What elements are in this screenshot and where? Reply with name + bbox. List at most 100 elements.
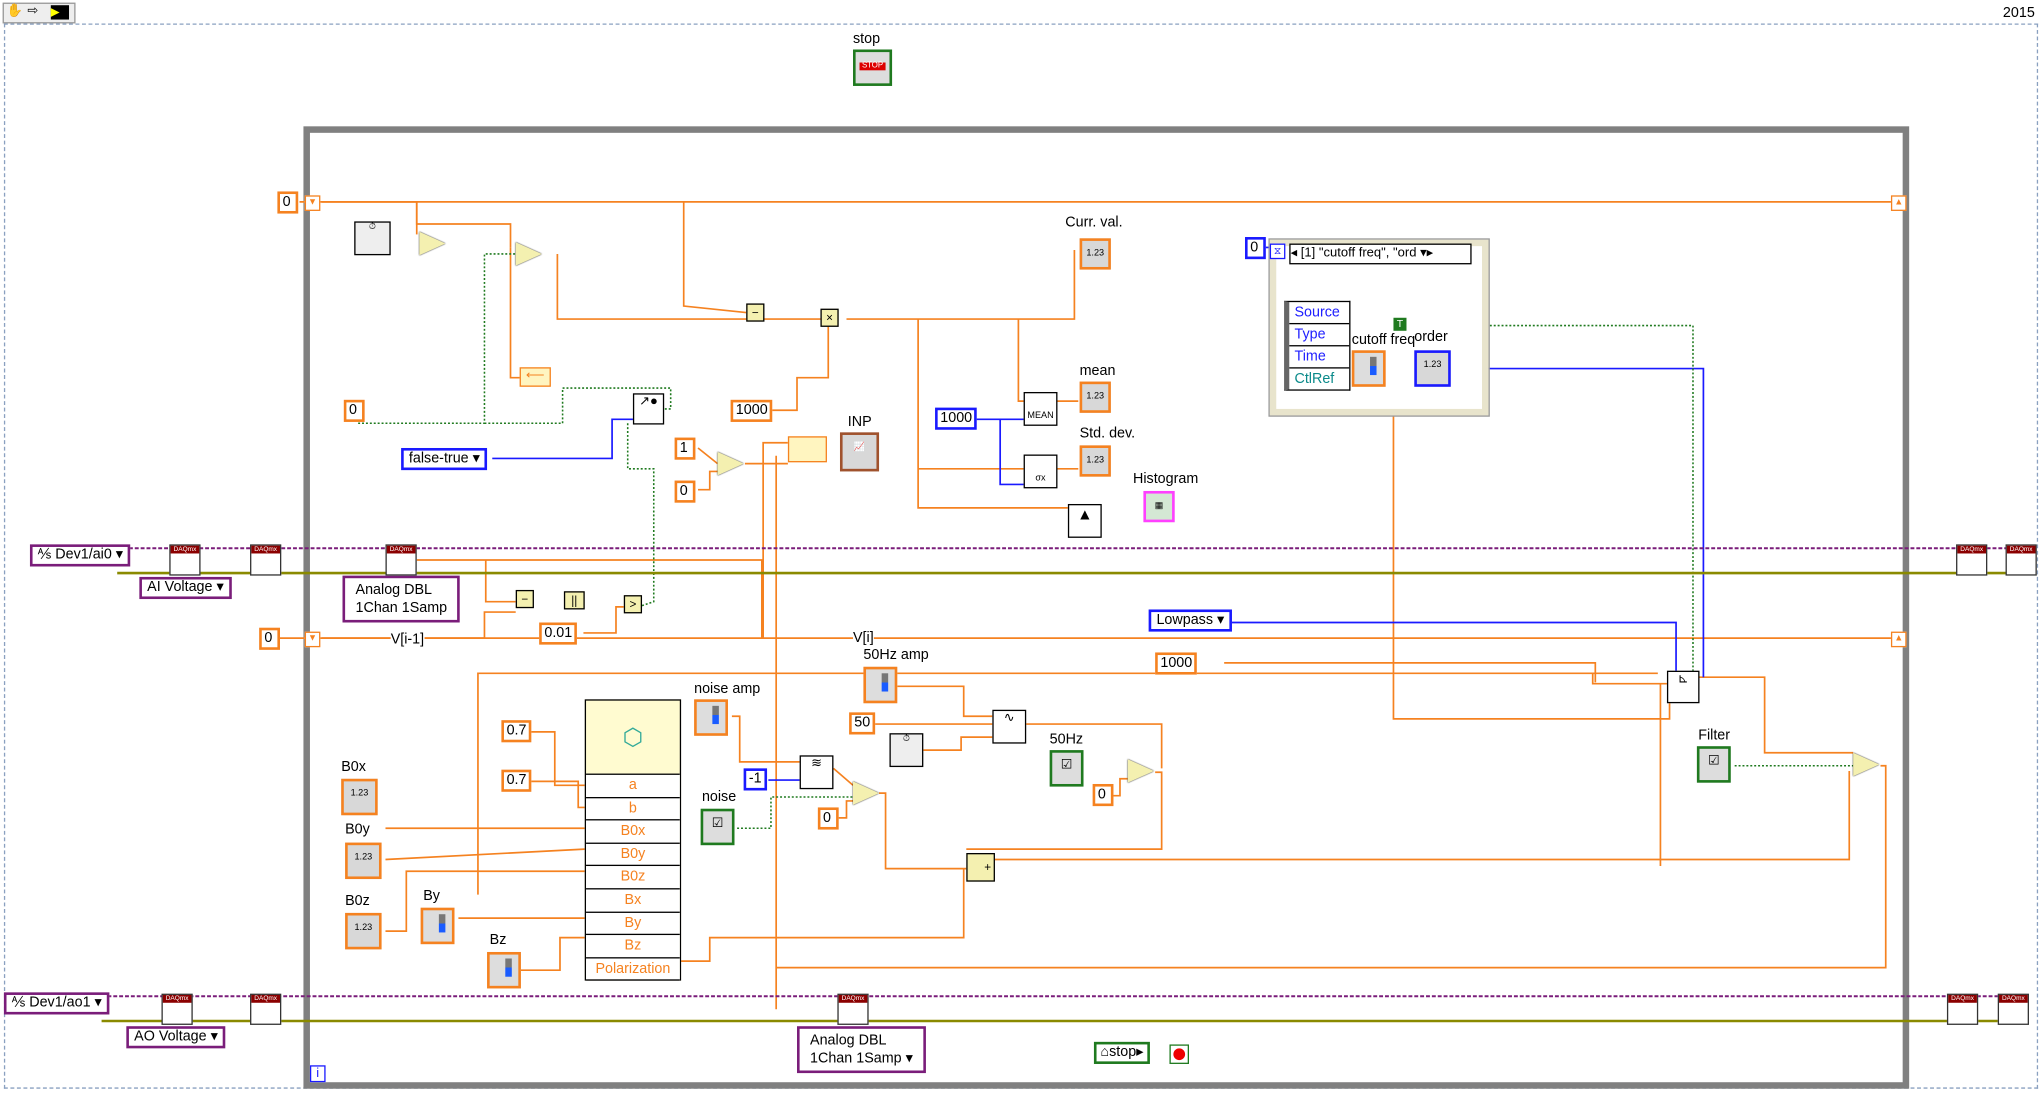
true-constant[interactable]: T bbox=[1393, 317, 1407, 331]
subtract-node[interactable]: − bbox=[746, 303, 765, 322]
constant[interactable]: 0 bbox=[817, 807, 839, 830]
loop-condition-icon[interactable] bbox=[1169, 1044, 1189, 1064]
constant[interactable]: 0.01 bbox=[539, 622, 578, 645]
event-case-selector[interactable]: ◂ [1] "cutoff freq", "ord ▾▸ bbox=[1289, 243, 1472, 265]
filter-toggle[interactable]: ☑ bbox=[1696, 746, 1731, 783]
constant[interactable]: 0 bbox=[259, 627, 280, 650]
wire bbox=[731, 715, 800, 763]
filter-type-enum[interactable]: Lowpass ▾ bbox=[1148, 609, 1232, 632]
input-by[interactable]: By bbox=[586, 911, 680, 934]
input-b[interactable]: b bbox=[586, 796, 680, 819]
histogram-node[interactable]: ▲ bbox=[1067, 503, 1102, 538]
read-mode-selector[interactable]: Analog DBL 1Chan 1Samp bbox=[342, 575, 461, 623]
output-polarization[interactable]: Polarization bbox=[586, 956, 680, 982]
daqmx-write[interactable] bbox=[837, 993, 869, 1025]
tick-count-icon[interactable]: ⏱ bbox=[889, 733, 924, 768]
select-node[interactable] bbox=[1127, 759, 1154, 783]
filter-node[interactable]: ⊾ bbox=[1666, 670, 1700, 704]
input-b0z[interactable]: B0z bbox=[586, 865, 680, 888]
subtract-node[interactable]: − bbox=[515, 589, 534, 609]
daqmx-clear-ai[interactable] bbox=[1956, 544, 1988, 576]
select-node[interactable] bbox=[717, 451, 744, 476]
inp-label: INP bbox=[847, 414, 872, 430]
stop-local-variable[interactable]: ⌂stop▸ bbox=[1093, 1041, 1150, 1064]
order-control[interactable]: 1.23 bbox=[1414, 350, 1451, 387]
event-data-source: Source bbox=[1289, 302, 1350, 325]
b0x-control[interactable]: 1.23 bbox=[341, 778, 378, 816]
wire bbox=[770, 319, 830, 412]
constant[interactable]: 0 bbox=[1092, 783, 1114, 807]
constant[interactable]: 0.7 bbox=[501, 720, 532, 743]
daqmx-error-ai[interactable] bbox=[2005, 544, 2037, 576]
mean-node[interactable]: MEAN bbox=[1023, 391, 1058, 426]
select-node[interactable] bbox=[419, 231, 446, 256]
amp50-control[interactable] bbox=[863, 666, 898, 704]
daqmx-start-ao[interactable] bbox=[250, 993, 282, 1025]
input-bz[interactable]: Bz bbox=[586, 933, 680, 957]
noise-amp-control[interactable] bbox=[694, 699, 728, 736]
constant[interactable]: 0 bbox=[674, 480, 696, 503]
constant[interactable]: 1000 bbox=[935, 407, 978, 430]
build-array-node[interactable] bbox=[787, 436, 827, 463]
write-mode-selector[interactable]: Analog DBL 1Chan 1Samp ▾ bbox=[797, 1026, 926, 1074]
select-node[interactable] bbox=[853, 781, 880, 805]
constant[interactable]: 0 bbox=[277, 191, 299, 214]
enum-label: false-true bbox=[408, 450, 469, 467]
daqmx-create-channel-ai[interactable] bbox=[169, 544, 201, 576]
hz50-toggle[interactable]: ☑ bbox=[1049, 750, 1084, 787]
ai-voltage-selector[interactable]: AI Voltage ▾ bbox=[139, 576, 232, 600]
constant[interactable]: 0.7 bbox=[501, 769, 532, 792]
input-bx[interactable]: Bx bbox=[586, 888, 680, 911]
input-b0y[interactable]: B0y bbox=[586, 842, 680, 865]
wire bbox=[385, 870, 585, 932]
daqmx-start-ai[interactable] bbox=[250, 544, 282, 576]
constant[interactable]: 50 bbox=[849, 712, 876, 735]
channel-label: Dev1/ai0 bbox=[55, 546, 112, 563]
b0z-control[interactable]: 1.23 bbox=[345, 912, 382, 950]
wire bbox=[358, 253, 516, 425]
input-a[interactable]: a bbox=[586, 773, 680, 797]
compound-add-node[interactable]: + bbox=[966, 853, 995, 882]
ai-channel-constant[interactable]: ⅍ Dev1/ai0 ▾ bbox=[29, 544, 131, 567]
b0y-control[interactable]: 1.23 bbox=[345, 842, 382, 880]
sine-waveform-node[interactable]: ∿ bbox=[992, 709, 1027, 744]
daqmx-read[interactable] bbox=[385, 544, 417, 576]
ao-channel-constant[interactable]: ⅍ Dev1/ao1 ▾ bbox=[3, 992, 110, 1015]
constant[interactable]: 1 bbox=[674, 437, 696, 460]
event-data-time: Time bbox=[1289, 346, 1350, 369]
daqmx-clear-ao[interactable] bbox=[1946, 993, 1979, 1025]
noise-toggle[interactable]: ☑ bbox=[700, 808, 735, 846]
polarization-node[interactable]: ⬡ a b B0x B0y B0z Bx By Bz Polarization bbox=[584, 699, 682, 982]
b0z-label: B0z bbox=[345, 893, 370, 910]
daqmx-create-channel-ao[interactable] bbox=[161, 993, 193, 1025]
constant[interactable]: 0 bbox=[1244, 237, 1266, 260]
cutoff-freq-control[interactable] bbox=[1351, 350, 1386, 387]
select-node[interactable] bbox=[1853, 752, 1880, 777]
constant[interactable]: -1 bbox=[743, 768, 767, 791]
wire bbox=[682, 201, 747, 314]
cutoff-label: cutoff freq bbox=[1351, 332, 1416, 348]
bz-control[interactable] bbox=[487, 951, 521, 989]
daqmx-error-ao[interactable] bbox=[1997, 993, 2029, 1025]
feedback-node[interactable]: ⟵ bbox=[519, 367, 551, 387]
constant[interactable]: 0 bbox=[343, 399, 365, 422]
wire bbox=[492, 418, 636, 460]
std-dev-node[interactable]: σx bbox=[1023, 454, 1058, 489]
wire bbox=[698, 470, 718, 491]
boolean-to-enum-node[interactable]: ↗● bbox=[632, 393, 665, 425]
false-true-enum[interactable]: false-true ▾ bbox=[401, 447, 488, 471]
histogram-indicator: ▦ bbox=[1143, 490, 1175, 523]
std-dev-label: Std. dev. bbox=[1079, 425, 1136, 442]
shift-register-right: ▲ bbox=[1890, 195, 1907, 211]
absolute-value-node[interactable]: || bbox=[563, 591, 585, 610]
noise-waveform-node[interactable]: ≋ bbox=[799, 755, 834, 790]
select-node[interactable] bbox=[515, 242, 542, 266]
constant[interactable]: 1000 bbox=[1155, 652, 1198, 675]
ao-voltage-selector[interactable]: AO Voltage ▾ bbox=[126, 1026, 226, 1049]
by-control[interactable] bbox=[420, 907, 455, 945]
greater-than-node[interactable]: > bbox=[623, 595, 643, 614]
multiply-node[interactable]: × bbox=[820, 308, 839, 327]
constant[interactable]: 1000 bbox=[730, 399, 773, 422]
tick-count-icon[interactable]: ⏱ bbox=[354, 221, 391, 256]
input-b0x[interactable]: B0x bbox=[586, 819, 680, 842]
